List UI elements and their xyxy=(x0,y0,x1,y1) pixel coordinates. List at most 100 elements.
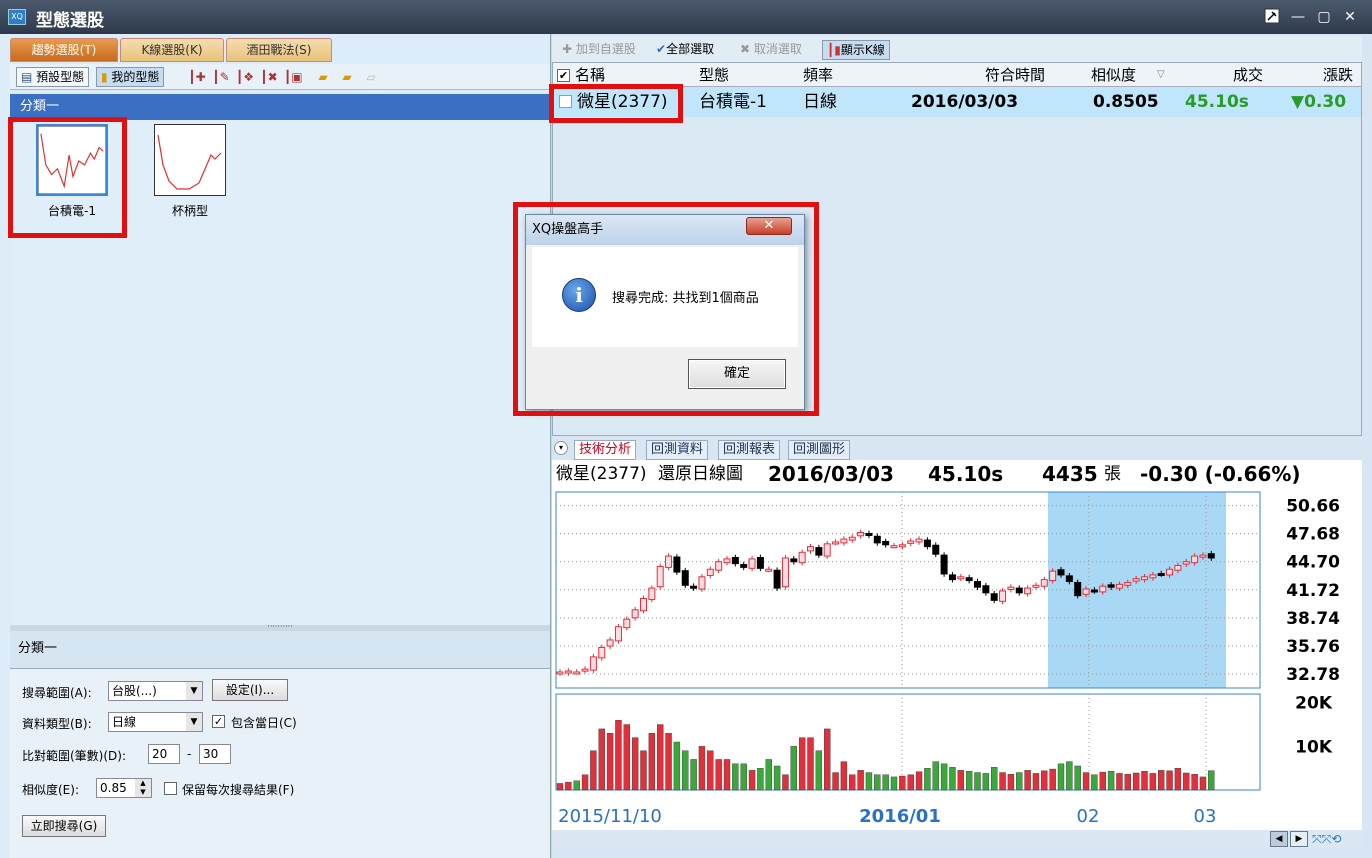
keep-results-checkbox[interactable] xyxy=(164,782,177,795)
candle-body xyxy=(1007,586,1015,591)
highlight-box-pattern xyxy=(8,117,127,238)
volume-bar xyxy=(907,774,914,791)
range-from-input[interactable]: 20 xyxy=(148,744,180,764)
candle-body xyxy=(1032,584,1040,588)
volume-bar xyxy=(915,771,923,791)
zoom-icon[interactable]: ⤧⤧⟲ xyxy=(1312,831,1352,847)
volume-bar xyxy=(840,761,848,791)
minimize-icon[interactable]: — xyxy=(1286,8,1310,26)
price-tick-label: 35.76 xyxy=(1286,637,1340,657)
volume-bar xyxy=(1024,770,1031,791)
copy-pattern-icon[interactable]: ┃❖ xyxy=(236,68,254,86)
col-match-time[interactable]: 符合時間 xyxy=(985,65,1045,85)
col-name[interactable]: 名稱 xyxy=(575,65,605,85)
tab-kline-selection[interactable]: K線選股(K) xyxy=(120,38,224,62)
volume-bar xyxy=(874,774,881,791)
volume-bar xyxy=(690,759,697,791)
add-watchlist-button[interactable]: ✚ 加到自選股 xyxy=(562,40,636,58)
pattern-label-cup-handle: 杯柄型 xyxy=(171,204,208,218)
folder-icon: ▮ xyxy=(101,70,112,84)
candle-body xyxy=(965,577,973,582)
candle-body xyxy=(698,576,706,590)
tab-backtest-chart[interactable]: 回測圖形 xyxy=(788,440,851,460)
include-today-checkbox[interactable]: ✓ xyxy=(212,715,225,728)
pattern-thumb-cup-handle xyxy=(157,134,222,190)
cell-match-time: 2016/03/03 xyxy=(911,92,1019,112)
candle-body xyxy=(1040,579,1048,587)
pattern-toolbar: ▤ 預設型態 ▮ 我的型態 ┃✚ ┃✎ ┃❖ ┃✖ ┃▣ ▰ ▰ ▱ xyxy=(10,64,550,90)
candle-body xyxy=(1182,561,1190,565)
volume-bar xyxy=(598,728,605,791)
pattern-card-cup-handle[interactable] xyxy=(154,124,226,196)
candle-body xyxy=(1024,587,1032,595)
settings-header: 分類一 xyxy=(10,631,550,669)
range-to-input[interactable]: 30 xyxy=(199,744,231,764)
pin-icon[interactable] xyxy=(1260,8,1284,26)
scroll-left-icon[interactable]: ◀ xyxy=(1270,831,1288,847)
candle-body xyxy=(1074,581,1082,597)
scroll-right-icon[interactable]: ▶ xyxy=(1290,831,1308,847)
tab-backtest-report[interactable]: 回測報表 xyxy=(718,440,781,460)
chart-change: -0.30 (-0.66%) xyxy=(1140,462,1301,486)
candle-body xyxy=(740,564,748,568)
price-tick-label: 41.72 xyxy=(1286,581,1340,601)
my-patterns-button[interactable]: ▮ 我的型態 xyxy=(96,67,165,87)
maximize-icon[interactable]: ▢ xyxy=(1312,8,1336,26)
show-kline-button[interactable]: ┃▮顯示K線 xyxy=(822,40,890,60)
candle-body xyxy=(807,546,814,552)
similarity-stepper[interactable]: 0.85 ▲ ▼ xyxy=(96,778,152,798)
kline-chart-svg[interactable]: 50.66 47.68 44.70 41.72 38.74 35.76 32.78 20K 10… xyxy=(552,490,1362,830)
time-tick-label: 2016/01 xyxy=(859,806,941,827)
title-bar: XQ 型態選股 — ▢ ✕ xyxy=(0,0,1372,34)
candle-body xyxy=(606,639,614,647)
select-all-button[interactable]: ✔全部選取 xyxy=(656,40,714,58)
deselect-button[interactable]: ✖ 取消選取 xyxy=(740,40,802,58)
volume-bar xyxy=(1183,772,1190,791)
tab-sakata-method[interactable]: 酒田戰法(S) xyxy=(226,38,332,62)
col-similarity[interactable]: 相似度 xyxy=(1091,65,1136,85)
tab-backtest-data[interactable]: 回測資料 xyxy=(646,440,709,460)
add-folder-icon[interactable]: ▰ xyxy=(314,68,332,86)
candle-body xyxy=(756,556,764,569)
collapse-icon[interactable]: ▾ xyxy=(554,441,568,455)
close-icon[interactable]: ✕ xyxy=(1338,8,1362,26)
chart-scrollbar[interactable]: ◀ ▶ ⤧⤧⟲ xyxy=(552,830,1362,848)
price-tick-label: 50.66 xyxy=(1286,497,1340,517)
keep-results-label: 保留每次搜尋結果(F) xyxy=(182,783,295,797)
candle-body xyxy=(598,646,606,659)
volume-bar xyxy=(1041,770,1048,791)
volume-bar xyxy=(648,733,656,791)
export-pattern-icon[interactable]: ┃▣ xyxy=(284,68,303,86)
candle-body xyxy=(957,576,965,580)
volume-bar xyxy=(1124,774,1131,791)
tab-technical-analysis[interactable]: 技術分析 xyxy=(574,440,637,460)
search-now-button[interactable]: 立即搜尋(G) xyxy=(22,815,106,837)
volume-bar xyxy=(1057,763,1065,791)
scope-label: 搜尋範圍(A): xyxy=(22,686,92,700)
scope-select[interactable]: 台股(...) ▼ xyxy=(108,681,203,701)
select-all-checkbox[interactable]: ✔ xyxy=(557,69,570,82)
add-pattern-icon[interactable]: ┃✚ xyxy=(188,68,206,86)
candle-body xyxy=(923,539,931,548)
col-change[interactable]: 漲跌 xyxy=(1323,65,1353,85)
col-price[interactable]: 成交 xyxy=(1233,65,1263,85)
datatype-select[interactable]: 日線 ▼ xyxy=(108,712,203,732)
delete-pattern-icon[interactable]: ┃✖ xyxy=(260,68,278,86)
tab-trend-selection[interactable]: 趨勢選股(T) xyxy=(10,38,118,62)
volume-bar xyxy=(1107,771,1115,791)
candle-body xyxy=(1090,589,1098,593)
volume-bar xyxy=(740,763,747,791)
candle-body xyxy=(1191,555,1199,564)
candle-body xyxy=(681,570,689,586)
setup-button[interactable]: 設定(I)... xyxy=(212,679,288,701)
candle-body xyxy=(1157,573,1165,577)
rename-folder-icon[interactable]: ▰ xyxy=(338,68,356,86)
candle-body xyxy=(865,532,873,536)
delete-folder-icon[interactable]: ▱ xyxy=(362,68,380,86)
col-pattern[interactable]: 型態 xyxy=(699,65,729,85)
volume-bar xyxy=(807,737,814,791)
preset-patterns-button[interactable]: ▤ 預設型態 xyxy=(16,67,90,87)
col-frequency[interactable]: 頻率 xyxy=(803,65,833,85)
volume-bar xyxy=(1158,770,1165,791)
edit-pattern-icon[interactable]: ┃✎ xyxy=(212,68,230,86)
